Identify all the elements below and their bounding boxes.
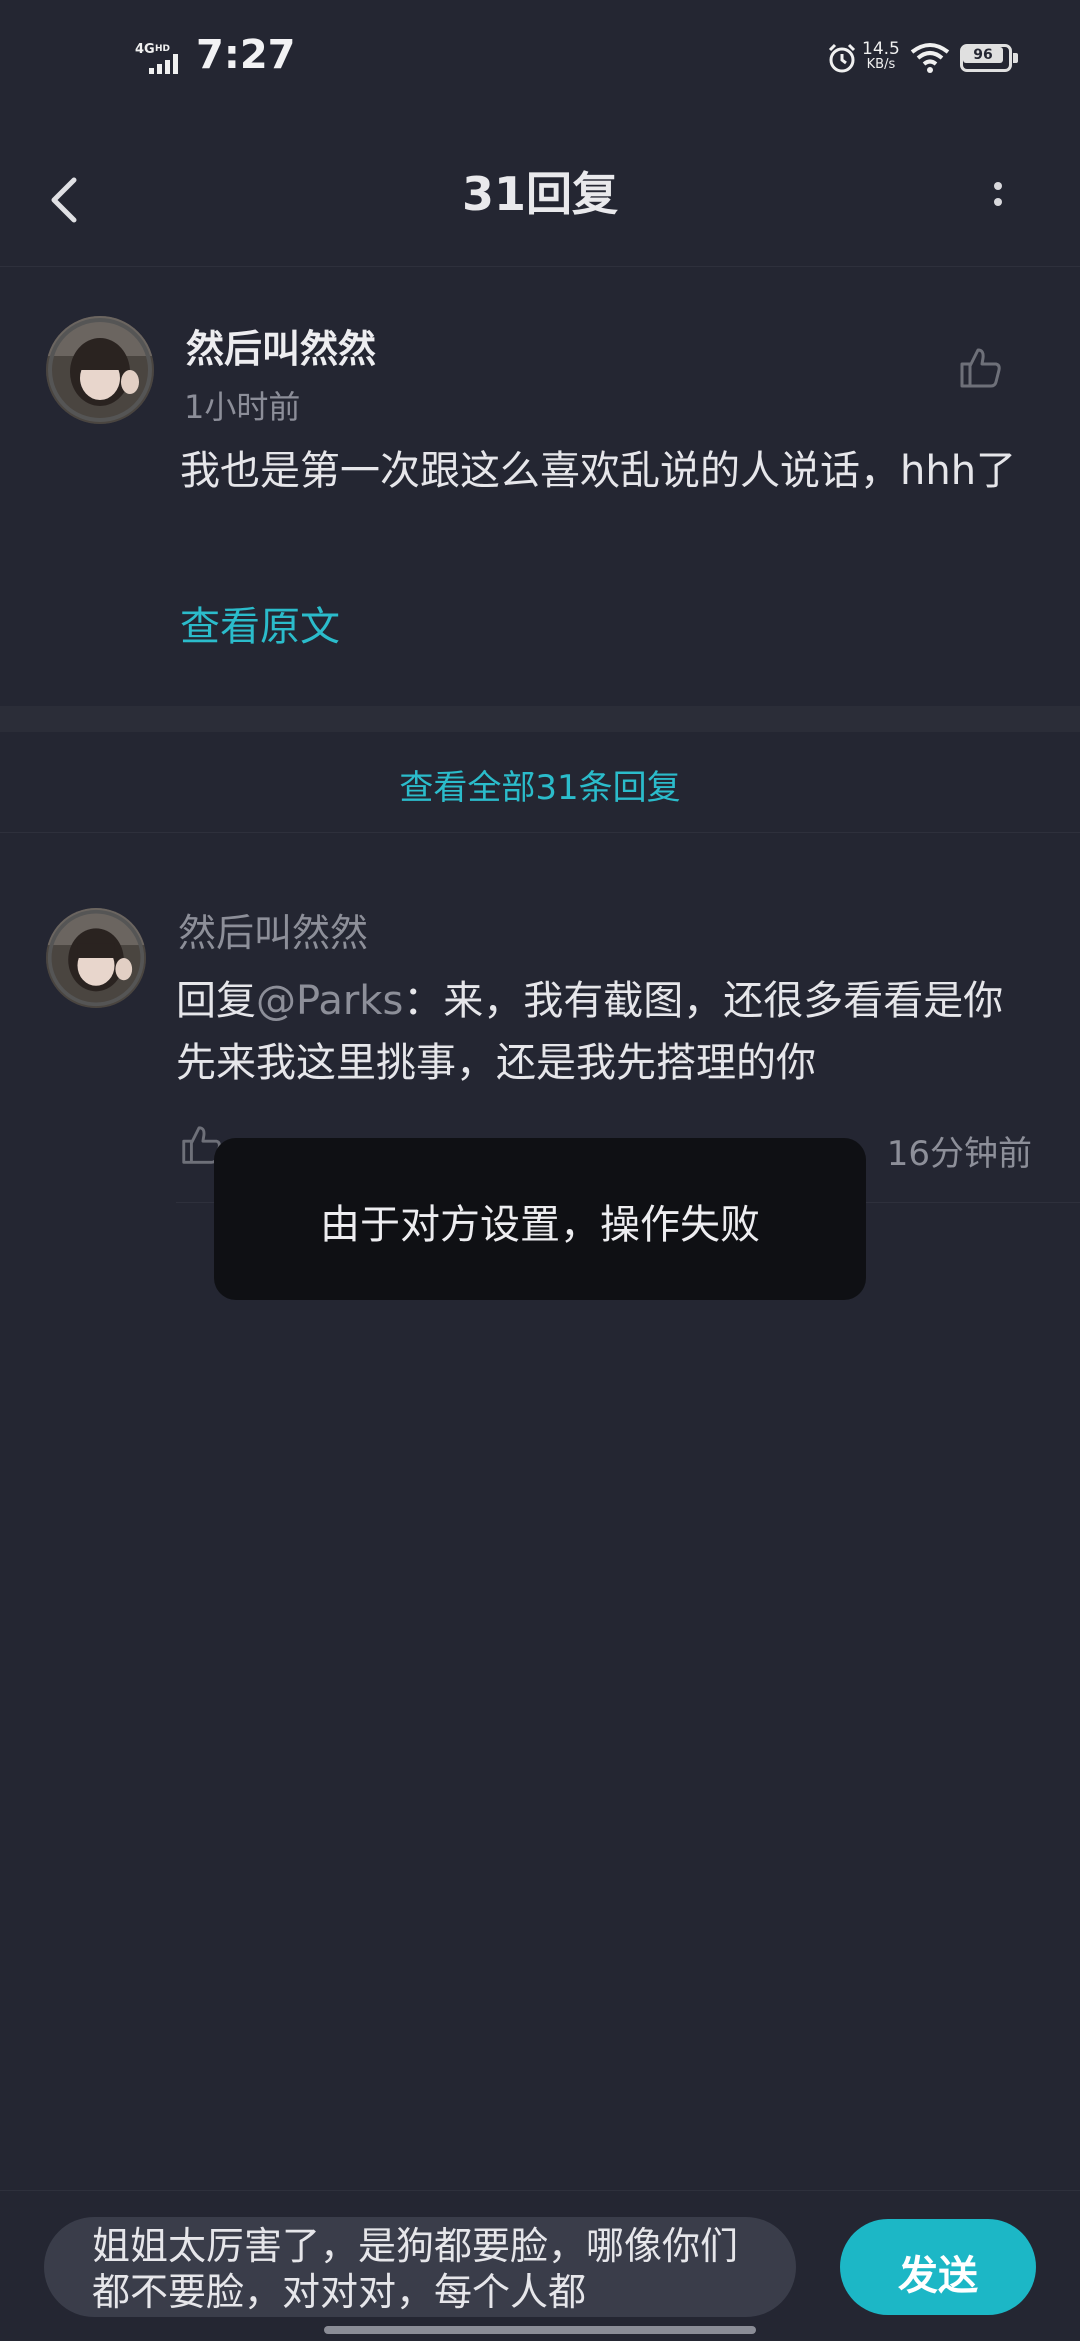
toast: 由于对方设置，操作失败 [214, 1138, 866, 1300]
thumbs-up-icon [960, 348, 1001, 388]
status-time: 7:27 [196, 32, 296, 78]
reply-text: 回复@Parks：来，我有截图，还很多看看是你先来我这里挑事，还是我先搭理的你 [176, 970, 1036, 1094]
battery-indicator: 96 [960, 44, 1020, 74]
reply-mention[interactable]: @Parks [256, 978, 403, 1024]
comment-author[interactable]: 然后叫然然 [186, 318, 376, 373]
send-button[interactable]: 发送 [840, 2219, 1036, 2315]
reply-author[interactable]: 然后叫然然 [178, 902, 368, 957]
alarm-icon [828, 43, 856, 73]
send-button-label: 发送 [898, 2253, 978, 2299]
svg-text:HD: HD [155, 44, 170, 54]
view-all-replies-label: 查看全部31条回复 [399, 768, 681, 808]
cellular-signal-icon: 4G HD [135, 42, 178, 74]
reply-prefix: 回复 [176, 978, 256, 1024]
svg-text:4G: 4G [135, 42, 155, 57]
like-button[interactable] [956, 344, 1004, 392]
comment-text: 我也是第一次跟这么喜欢乱说的人说话，hhh了 [180, 448, 1017, 494]
reply-input-text[interactable]: 姐姐太厉害了，是狗都要脸，哪像你们都不要脸，对对对，每个人都 [92, 2223, 752, 2315]
reply-input[interactable]: 姐姐太厉害了，是狗都要脸，哪像你们都不要脸，对对对，每个人都 [44, 2217, 796, 2317]
status-bar: 4G HD 7:27 14.5 KB/s 96 [0, 0, 1080, 120]
avatar-image [46, 908, 146, 1008]
view-original-link[interactable]: 查看原文 [180, 594, 340, 652]
avatar-image [46, 316, 154, 424]
reply-composer: 姐姐太厉害了，是狗都要脸，哪像你们都不要脸，对对对，每个人都 发送 [0, 2190, 1080, 2341]
battery-level: 96 [963, 47, 1003, 63]
page-title: 31回复 [461, 167, 618, 221]
home-indicator[interactable] [324, 2326, 756, 2334]
network-speed: 14.5 KB/s [862, 40, 900, 71]
nav-header: 31回复 [0, 120, 1080, 267]
network-speed-value: 14.5 [862, 39, 900, 59]
section-divider [0, 706, 1080, 732]
view-all-replies[interactable]: 查看全部31条回复 [0, 730, 1080, 833]
more-dot-icon [994, 198, 1002, 206]
avatar[interactable] [46, 316, 154, 424]
comment-time: 1小时前 [184, 388, 301, 426]
more-dot-icon [994, 182, 1002, 190]
network-speed-unit: KB/s [866, 57, 896, 72]
avatar[interactable] [46, 908, 146, 1008]
more-options-button[interactable] [976, 160, 1020, 230]
battery-tip [1013, 53, 1018, 63]
toast-message: 由于对方设置，操作失败 [320, 1202, 760, 1248]
wifi-icon [910, 43, 950, 73]
